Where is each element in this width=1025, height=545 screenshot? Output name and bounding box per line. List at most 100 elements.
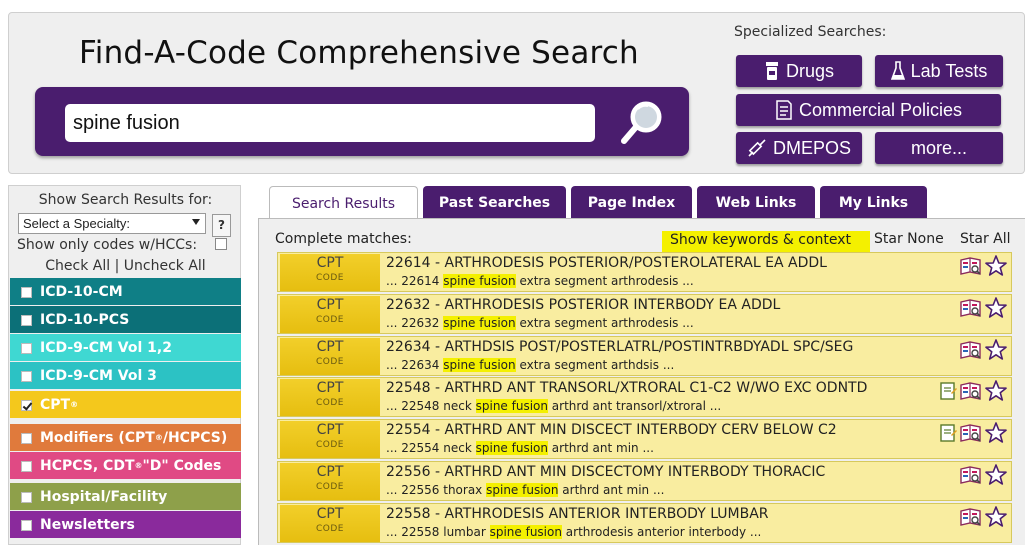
search-input[interactable] [65,104,595,142]
category-label: HCPCS, CDT [40,457,135,474]
category-item[interactable]: ICD-9-CM Vol 1,2 [10,334,241,361]
check-links: Check All | Uncheck All [9,258,242,274]
result-title[interactable]: 22614 - ARTHRODESIS POSTERIOR/POSTEROLAT… [386,255,827,271]
code-book-icon[interactable] [960,340,982,364]
context-suffix: arthrd ant min ... [547,441,654,455]
category-item[interactable]: ICD-10-CM [10,278,241,305]
category-item[interactable]: Modifiers (CPT ®/HCPCS) [10,424,241,451]
result-row[interactable]: CPT CODE 22556 - ARTHRD ANT MIN DISCECTOMY… [277,461,1012,501]
badge-subtype: CODE [316,315,344,325]
result-context: ... 22548 neck spine fusion arthrd ant t… [386,399,721,413]
category-item[interactable]: Newsletters [10,511,241,538]
result-row[interactable]: CPT CODE 22554 - ARTHRD ANT MIN DISCECT IN… [277,419,1012,459]
cpt-code-badge[interactable]: CPT CODE [280,421,380,458]
result-title[interactable]: 22556 - ARTHRD ANT MIN DISCECTOMY INTERB… [386,464,825,480]
code-book-icon[interactable] [960,507,982,531]
specialty-select[interactable]: Select a Specialty: [18,213,206,234]
star-all-link[interactable]: Star All [960,231,1011,247]
category-item[interactable]: HCPCS, CDT ® "D" Codes [10,452,241,479]
cpt-code-badge[interactable]: CPT CODE [280,505,380,542]
category-checkbox[interactable] [21,343,32,354]
cpt-code-badge[interactable]: CPT CODE [280,254,380,291]
category-checkbox[interactable] [21,520,32,531]
show-keywords-toggle[interactable]: Show keywords & context [662,231,870,252]
cpt-code-badge[interactable]: CPT CODE [280,379,380,416]
category-checkbox[interactable] [21,400,32,411]
lab-tests-button[interactable]: Lab Tests [875,55,1003,87]
result-context: ... 22556 thorax spine fusion arthrd ant… [386,483,664,497]
result-title[interactable]: 22632 - ARTHRODESIS POSTERIOR INTERBODY … [386,297,780,313]
category-item[interactable]: ICD-9-CM Vol 3 [10,362,241,389]
category-checkbox[interactable] [21,433,32,444]
drugs-button[interactable]: Drugs [736,55,862,87]
badge-subtype: CODE [316,357,344,367]
dmepos-button[interactable]: DMEPOS [736,132,862,164]
code-book-icon[interactable] [960,423,982,447]
code-book-icon[interactable] [960,381,982,405]
context-prefix: ... 22634 [386,358,444,372]
category-item[interactable]: ICD-10-PCS [10,306,241,333]
star-icon[interactable] [985,506,1007,532]
result-title[interactable]: 22634 - ARTHDSIS POST/POSTERLATRL/POSTIN… [386,339,853,355]
star-icon[interactable] [985,255,1007,281]
star-icon[interactable] [985,380,1007,406]
check-all-link[interactable]: Check All [45,258,110,274]
hcc-checkbox[interactable] [215,238,227,250]
category-checkbox[interactable] [21,461,32,472]
tab-web-links[interactable]: Web Links [697,186,815,219]
result-row[interactable]: CPT CODE 22632 - ARTHRODESIS POSTERIOR INT… [277,294,1012,334]
cpt-code-badge[interactable]: CPT CODE [280,296,380,333]
result-title[interactable]: 22558 - ARTHRODESIS ANTERIOR INTERBODY L… [386,506,769,522]
result-title[interactable]: 22554 - ARTHRD ANT MIN DISCECT INTERBODY… [386,422,837,438]
result-context: ... 22632 spine fusion extra segment art… [386,316,694,330]
code-book-icon[interactable] [960,256,982,280]
tab-page-index[interactable]: Page Index [571,186,692,219]
registered-mark: ® [134,461,143,470]
category-checkbox[interactable] [21,492,32,503]
badge-type: CPT [316,422,344,438]
result-row[interactable]: CPT CODE 22548 - ARTHRD ANT TRANSORL/XTROR… [277,377,1012,417]
notes-icon[interactable] [938,423,958,447]
star-none-link[interactable]: Star None [874,231,944,247]
result-row[interactable]: CPT CODE 22634 - ARTHDSIS POST/POSTERLATRL… [277,336,1012,376]
category-checkbox[interactable] [21,371,32,382]
keyword-highlight: spine fusion [443,316,516,330]
tab-past-searches[interactable]: Past Searches [423,186,566,219]
commercial-policies-button[interactable]: Commercial Policies [736,94,1001,126]
code-book-icon[interactable] [960,298,982,322]
search-button[interactable] [613,95,669,151]
hcc-label: Show only codes w/HCCs: [17,237,198,253]
result-row[interactable]: CPT CODE 22558 - ARTHRODESIS ANTERIOR INTE… [277,503,1012,543]
result-title[interactable]: 22548 - ARTHRD ANT TRANSORL/XTRORAL C1-C… [386,380,867,396]
code-book-icon[interactable] [960,465,982,489]
category-label: ICD-9-CM Vol 1,2 [40,339,172,356]
lab-tests-label: Lab Tests [910,60,988,81]
cpt-code-badge[interactable]: CPT CODE [280,463,380,500]
help-button[interactable]: ? [212,214,231,237]
star-icon[interactable] [985,339,1007,365]
category-checkbox[interactable] [21,315,32,326]
context-prefix: ... 22614 [386,274,444,288]
star-icon[interactable] [985,422,1007,448]
category-checkbox[interactable] [21,287,32,298]
star-icon[interactable] [985,464,1007,490]
dropdown-caret-icon [192,219,200,225]
category-item[interactable]: Hospital/Facility [10,483,241,510]
more-button[interactable]: more... [875,132,1003,164]
category-label: Modifiers (CPT [40,429,155,446]
tab-search-results[interactable]: Search Results [269,186,418,220]
specialized-searches-label: Specialized Searches: [734,24,887,40]
uncheck-all-link[interactable]: Uncheck All [124,258,206,274]
tab-my-links[interactable]: My Links [820,186,927,219]
category-item[interactable]: CPT ® [10,391,241,418]
commercial-policies-label: Commercial Policies [798,99,963,120]
cpt-code-badge[interactable]: CPT CODE [280,338,380,375]
header-panel: Find-A-Code Comprehensive Search Special… [8,12,1025,174]
star-icon[interactable] [985,297,1007,323]
page-title: Find-A-Code Comprehensive Search [79,35,639,71]
complete-matches-label: Complete matches: [275,231,412,247]
badge-subtype: CODE [316,440,344,450]
category-label: CPT [40,396,71,413]
notes-icon[interactable] [938,381,958,405]
result-row[interactable]: CPT CODE 22614 - ARTHRODESIS POSTERIOR/POS… [277,252,1012,292]
